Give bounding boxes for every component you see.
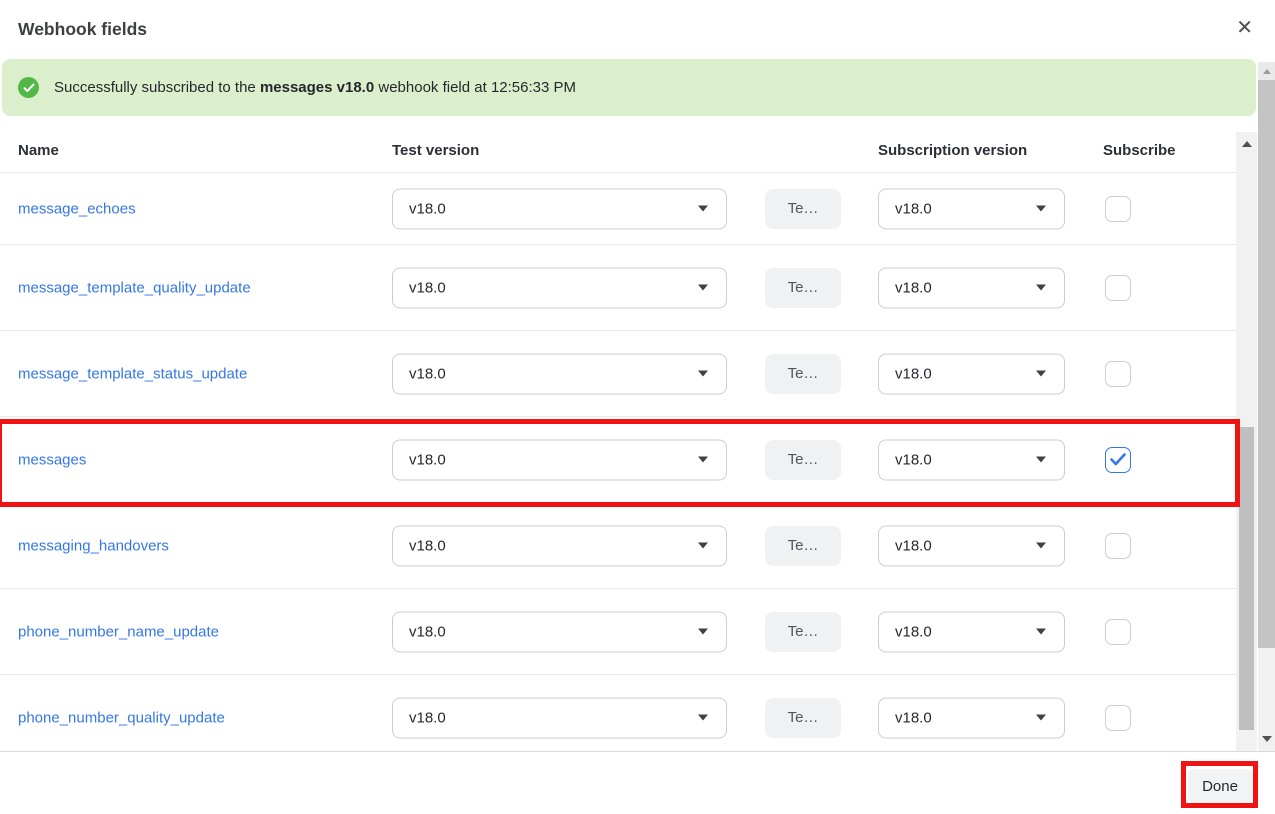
column-header-test-version: Test version — [392, 142, 479, 159]
field-name-link[interactable]: message_echoes — [18, 200, 136, 217]
test-button[interactable]: Te… — [765, 354, 841, 394]
subscription-version-value: v18.0 — [895, 537, 1036, 554]
test-button[interactable]: Te… — [765, 612, 841, 652]
page-scroll-up-button[interactable] — [1258, 62, 1275, 80]
chevron-down-icon — [1036, 457, 1046, 463]
test-version-value: v18.0 — [409, 709, 698, 726]
test-version-value: v18.0 — [409, 279, 698, 296]
field-name-link[interactable]: message_template_status_update — [18, 365, 247, 382]
chevron-down-icon — [1036, 715, 1046, 721]
field-name-link[interactable]: messaging_handovers — [18, 537, 169, 554]
dialog-footer: Done — [0, 751, 1275, 814]
test-version-value: v18.0 — [409, 451, 698, 468]
chevron-down-icon — [1036, 285, 1046, 291]
done-button[interactable]: Done — [1188, 769, 1252, 803]
scroll-down-icon[interactable] — [1262, 736, 1272, 742]
table-row: message_template_quality_update v18.0 Te… — [0, 245, 1236, 331]
subscription-version-select[interactable]: v18.0 — [878, 697, 1065, 738]
subscription-version-value: v18.0 — [895, 709, 1036, 726]
test-version-value: v18.0 — [409, 200, 698, 217]
test-button[interactable]: Te… — [765, 526, 841, 566]
close-icon[interactable]: ✕ — [1236, 16, 1253, 40]
test-version-value: v18.0 — [409, 623, 698, 640]
success-message: Successfully subscribed to the messages … — [54, 79, 576, 96]
table-header: Name Test version Subscription version S… — [0, 132, 1236, 173]
column-header-subscribe: Subscribe — [1103, 142, 1176, 159]
subscribe-checkbox[interactable] — [1105, 196, 1131, 222]
test-version-select[interactable]: v18.0 — [392, 611, 727, 652]
subscription-version-select[interactable]: v18.0 — [878, 353, 1065, 394]
test-version-select[interactable]: v18.0 — [392, 525, 727, 566]
test-button[interactable]: Te… — [765, 698, 841, 738]
column-header-subscription-version: Subscription version — [878, 142, 1027, 159]
chevron-down-icon — [698, 457, 708, 463]
test-button[interactable]: Te… — [765, 440, 841, 480]
table-row: phone_number_name_update v18.0 Te… v18.0 — [0, 589, 1236, 675]
subscribe-checkbox[interactable] — [1105, 705, 1131, 731]
table-rows: message_echoes v18.0 Te… v18.0 message_t… — [0, 173, 1236, 750]
subscription-version-value: v18.0 — [895, 200, 1036, 217]
test-version-select[interactable]: v18.0 — [392, 697, 727, 738]
page-title: Webhook fields — [18, 19, 147, 40]
subscription-version-select[interactable]: v18.0 — [878, 525, 1065, 566]
subscribe-checkbox[interactable] — [1105, 361, 1131, 387]
chevron-down-icon — [698, 715, 708, 721]
subscription-version-value: v18.0 — [895, 279, 1036, 296]
table-scrollbar[interactable] — [1236, 132, 1257, 751]
field-name-link[interactable]: messages — [18, 451, 86, 468]
subscription-version-value: v18.0 — [895, 451, 1036, 468]
test-version-value: v18.0 — [409, 365, 698, 382]
webhook-fields-dialog: Webhook fields ✕ Successfully subscribed… — [0, 0, 1275, 814]
test-button[interactable]: Te… — [765, 268, 841, 308]
scroll-up-icon[interactable] — [1242, 141, 1252, 147]
chevron-down-icon — [698, 371, 708, 377]
chevron-down-icon — [698, 629, 708, 635]
test-version-select[interactable]: v18.0 — [392, 353, 727, 394]
column-header-name: Name — [18, 142, 59, 159]
scroll-up-icon — [1263, 69, 1271, 74]
table-row: phone_number_quality_update v18.0 Te… v1… — [0, 675, 1236, 750]
chevron-down-icon — [698, 206, 708, 212]
chevron-down-icon — [1036, 371, 1046, 377]
subscribe-checkbox[interactable] — [1105, 533, 1131, 559]
chevron-down-icon — [1036, 206, 1046, 212]
subscribe-checkbox[interactable] — [1105, 447, 1131, 473]
test-version-select[interactable]: v18.0 — [392, 439, 727, 480]
check-circle-icon — [18, 77, 39, 98]
table-row: messaging_handovers v18.0 Te… v18.0 — [0, 503, 1236, 589]
page-scrollbar[interactable] — [1258, 62, 1275, 751]
chevron-down-icon — [698, 285, 708, 291]
subscription-version-value: v18.0 — [895, 623, 1036, 640]
table-row: message_echoes v18.0 Te… v18.0 — [0, 173, 1236, 245]
chevron-down-icon — [1036, 543, 1046, 549]
subscribe-checkbox[interactable] — [1105, 619, 1131, 645]
chevron-down-icon — [698, 543, 708, 549]
test-version-select[interactable]: v18.0 — [392, 188, 727, 229]
table-row: messages v18.0 Te… v18.0 — [0, 417, 1236, 503]
field-name-link[interactable]: phone_number_quality_update — [18, 709, 225, 726]
test-version-select[interactable]: v18.0 — [392, 267, 727, 308]
subscription-version-select[interactable]: v18.0 — [878, 267, 1065, 308]
test-button[interactable]: Te… — [765, 189, 841, 229]
subscribe-checkbox[interactable] — [1105, 275, 1131, 301]
table-scrollbar-thumb[interactable] — [1239, 427, 1254, 730]
field-name-link[interactable]: message_template_quality_update — [18, 279, 251, 296]
test-version-value: v18.0 — [409, 537, 698, 554]
subscription-version-value: v18.0 — [895, 365, 1036, 382]
chevron-down-icon — [1036, 629, 1046, 635]
success-banner: Successfully subscribed to the messages … — [2, 59, 1256, 116]
subscription-version-select[interactable]: v18.0 — [878, 439, 1065, 480]
field-name-link[interactable]: phone_number_name_update — [18, 623, 219, 640]
table-row: message_template_status_update v18.0 Te…… — [0, 331, 1236, 417]
page-scrollbar-thumb[interactable] — [1258, 80, 1275, 648]
subscription-version-select[interactable]: v18.0 — [878, 611, 1065, 652]
subscription-version-select[interactable]: v18.0 — [878, 188, 1065, 229]
